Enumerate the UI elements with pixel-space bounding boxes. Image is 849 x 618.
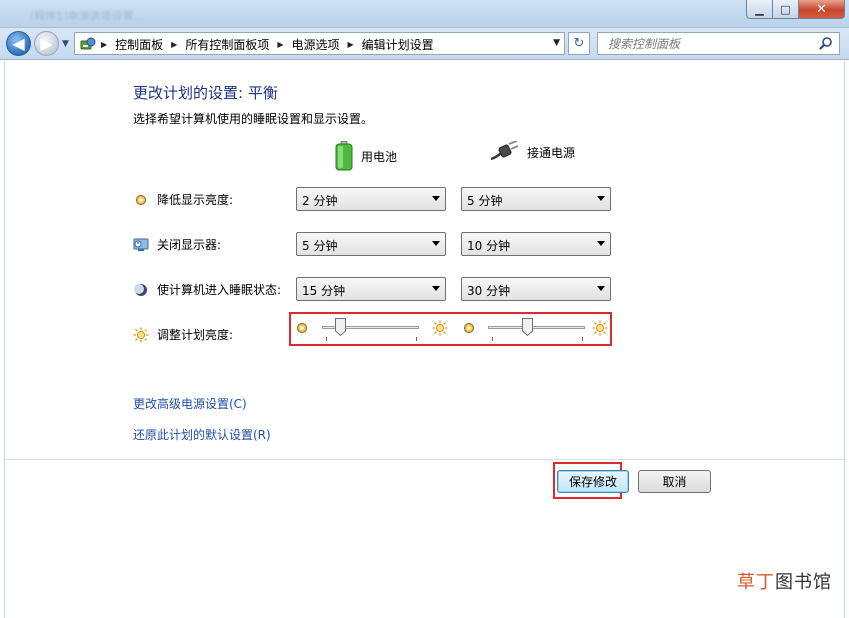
bright-sun-icon xyxy=(432,320,448,336)
forward-button[interactable]: ▶ xyxy=(34,31,59,56)
turn-off-display-battery-select[interactable]: 5 分钟 xyxy=(296,232,446,256)
breadcrumb-edit-plan[interactable]: 编辑计划设置 xyxy=(362,36,434,53)
battery-icon xyxy=(335,141,353,171)
minimize-button[interactable]: ▁ xyxy=(746,0,773,19)
address-bar[interactable]: ▶ 控制面板 ▶ 所有控制面板项 ▶ 电源选项 ▶ 编辑计划设置 ▼ xyxy=(74,32,565,55)
plugged-brightness-ticks xyxy=(492,337,583,341)
dim-brightness-icon xyxy=(296,322,308,334)
chevron-down-icon xyxy=(432,241,440,246)
turn-off-display-plugged-value: 10 分钟 xyxy=(467,239,511,253)
plugged-column-header: 接通电源 xyxy=(489,141,575,163)
turn-off-display-label: 关闭显示器: xyxy=(157,238,222,252)
dim-display-plugged-select[interactable]: 5 分钟 xyxy=(461,187,611,211)
dim-brightness-icon xyxy=(133,192,149,208)
footer-divider xyxy=(5,459,846,460)
breadcrumb-separator[interactable]: ▶ xyxy=(171,40,177,49)
turn-off-display-row: 关闭显示器: xyxy=(133,236,221,253)
plugged-brightness-thumb[interactable] xyxy=(522,318,534,336)
breadcrumb-separator[interactable]: ▶ xyxy=(101,40,107,49)
content-pane: 更改计划的设置: 平衡 选择希望计算机使用的睡眠设置和显示设置。 用电池 接通电… xyxy=(4,61,846,618)
control-panel-icon xyxy=(80,37,96,50)
cancel-button[interactable]: 取消 xyxy=(638,470,711,493)
back-button[interactable]: ◀ xyxy=(6,31,31,56)
window-title: [程序1]电源选项设置... xyxy=(30,10,145,20)
refresh-button[interactable]: ↻ xyxy=(568,32,590,55)
window-controls: ▁ □ ✕ xyxy=(746,0,845,19)
breadcrumb-separator[interactable]: ▶ xyxy=(348,40,354,49)
battery-column-label: 用电池 xyxy=(361,149,398,164)
watermark-text: 图书馆 xyxy=(775,572,832,593)
dim-display-battery-value: 2 分钟 xyxy=(302,194,338,208)
power-plug-icon xyxy=(490,141,519,161)
chevron-down-icon xyxy=(432,286,440,291)
sleep-row: 使计算机进入睡眠状态: xyxy=(133,281,281,298)
navigation-bar: ◀ ▶ ▼ ▶ 控制面板 ▶ 所有控制面板项 ▶ 电源选项 ▶ 编辑计划设置 ▼… xyxy=(0,28,849,60)
sun-icon xyxy=(133,327,149,343)
save-changes-button[interactable]: 保存修改 xyxy=(557,470,629,493)
search-box xyxy=(597,32,840,55)
page-title: 更改计划的设置: 平衡 xyxy=(133,84,278,102)
search-input[interactable] xyxy=(608,34,818,53)
dim-display-row: 降低显示亮度: xyxy=(133,191,233,208)
battery-brightness-thumb[interactable] xyxy=(334,318,346,336)
turn-off-display-battery-value: 5 分钟 xyxy=(302,239,338,253)
turn-off-display-plugged-select[interactable]: 10 分钟 xyxy=(461,232,611,256)
breadcrumb-all-items[interactable]: 所有控制面板项 xyxy=(185,36,269,53)
plugged-brightness-slider-group xyxy=(461,314,611,344)
address-dropdown[interactable]: ▼ xyxy=(553,38,560,48)
dim-display-plugged-value: 5 分钟 xyxy=(467,194,503,208)
recent-pages-dropdown[interactable]: ▼ xyxy=(62,39,69,49)
chevron-down-icon xyxy=(432,196,440,201)
sleep-label: 使计算机进入睡眠状态: xyxy=(157,283,282,297)
dim-display-battery-select[interactable]: 2 分钟 xyxy=(296,187,446,211)
watermark: 草丁图书馆 xyxy=(737,568,832,594)
dim-brightness-icon xyxy=(463,322,475,334)
chevron-down-icon xyxy=(597,241,605,246)
maximize-button[interactable]: □ xyxy=(773,0,799,19)
brightness-row: 调整计划亮度: xyxy=(133,326,233,343)
monitor-clock-icon xyxy=(133,237,149,253)
dim-display-label: 降低显示亮度: xyxy=(157,193,234,207)
battery-column-header: 用电池 xyxy=(335,141,397,171)
breadcrumb-separator[interactable]: ▶ xyxy=(277,40,283,49)
moon-icon xyxy=(133,282,149,298)
advanced-power-settings-link[interactable]: 更改高级电源设置(C) xyxy=(133,395,247,412)
sleep-plugged-value: 30 分钟 xyxy=(467,284,511,298)
restore-defaults-link[interactable]: 还原此计划的默认设置(R) xyxy=(133,426,271,443)
sleep-battery-select[interactable]: 15 分钟 xyxy=(296,277,446,301)
sleep-battery-value: 15 分钟 xyxy=(302,284,346,298)
breadcrumb-power-options[interactable]: 电源选项 xyxy=(292,36,340,53)
search-icon[interactable] xyxy=(819,36,833,50)
breadcrumb-control-panel[interactable]: 控制面板 xyxy=(115,36,163,53)
page-description: 选择希望计算机使用的睡眠设置和显示设置。 xyxy=(133,112,374,126)
brightness-label: 调整计划亮度: xyxy=(157,328,234,342)
title-bar: [程序1]电源选项设置... ▁ □ ✕ xyxy=(0,0,849,28)
battery-brightness-ticks xyxy=(326,337,417,341)
close-button[interactable]: ✕ xyxy=(799,0,845,19)
plugged-column-label: 接通电源 xyxy=(527,145,576,160)
breadcrumb: ▶ 控制面板 ▶ 所有控制面板项 ▶ 电源选项 ▶ 编辑计划设置 xyxy=(101,36,434,53)
plugged-brightness-track[interactable] xyxy=(488,326,585,329)
watermark-accent: 草丁 xyxy=(737,572,775,593)
chevron-down-icon xyxy=(597,196,605,201)
chevron-down-icon xyxy=(597,286,605,291)
battery-brightness-slider-group xyxy=(296,314,452,344)
bright-sun-icon xyxy=(592,320,608,336)
sleep-plugged-select[interactable]: 30 分钟 xyxy=(461,277,611,301)
